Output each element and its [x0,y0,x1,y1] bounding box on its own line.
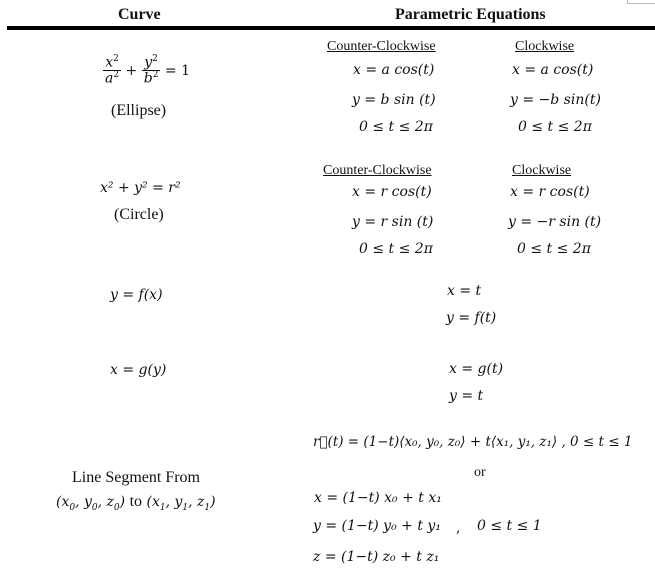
line-segment-vector-form: r⃗(t) = (1−t)⟨x₀, y₀, z₀⟩ + t⟨x₁, y₁, z₁… [313,434,633,450]
line-segment-x: x = (1−t) x₀ + t x₁ [314,490,442,506]
ellipse-equation: x2 a2 + y2 b2 = 1 [103,54,190,87]
circle-ccw-range: 0 ≤ t ≤ 2π [359,241,433,257]
ellipse-label: (Ellipse) [111,102,167,119]
function-y-param-x: x = t [447,283,482,299]
circle-ccw-x: x = r cos(t) [352,184,432,200]
window-corner [627,0,655,4]
ellipse-cw-range: 0 ≤ t ≤ 2π [518,119,592,135]
ellipse-ccw-label: Counter-Clockwise [327,39,436,54]
ellipse-cw-x: x = a cos(t) [512,62,594,78]
line-segment-range: 0 ≤ t ≤ 1 [477,518,542,534]
line-segment-comma: , [456,520,461,536]
line-segment-endpoints: (x0, y0, z0) to (x1, y1, z1) [56,493,216,513]
function-y-param-y: y = f(t) [446,310,497,326]
circle-cw-y: y = −r sin (t) [508,214,602,230]
header-curve: Curve [118,6,161,23]
ellipse-ccw-range: 0 ≤ t ≤ 2π [359,119,433,135]
circle-cw-range: 0 ≤ t ≤ 2π [517,241,591,257]
line-segment-z: z = (1−t) z₀ + t z₁ [313,549,440,565]
function-x-equation: x = g(y) [110,362,167,378]
line-segment-label: Line Segment From [72,469,200,486]
ellipse-cw-y: y = −b sin(t) [510,92,601,108]
function-y-equation: y = f(x) [110,287,163,303]
circle-ccw-label: Counter-Clockwise [323,163,432,178]
function-x-param-y: y = t [449,388,484,404]
line-segment-y: y = (1−t) y₀ + t y₁ [313,518,441,534]
ellipse-cw-label: Clockwise [515,39,575,54]
ellipse-ccw-y: y = b sin (t) [352,92,436,108]
circle-ccw-y: y = r sin (t) [352,214,434,230]
header-rule [7,26,655,30]
circle-cw-label: Clockwise [512,163,572,178]
ellipse-ccw-x: x = a cos(t) [353,62,435,78]
circle-label: (Circle) [114,206,164,223]
line-segment-or: or [474,465,486,480]
function-x-param-x: x = g(t) [449,361,504,377]
circle-equation: x² + y² = r² [100,180,181,196]
circle-cw-x: x = r cos(t) [510,184,590,200]
header-parametric-equations: Parametric Equations [395,6,546,23]
